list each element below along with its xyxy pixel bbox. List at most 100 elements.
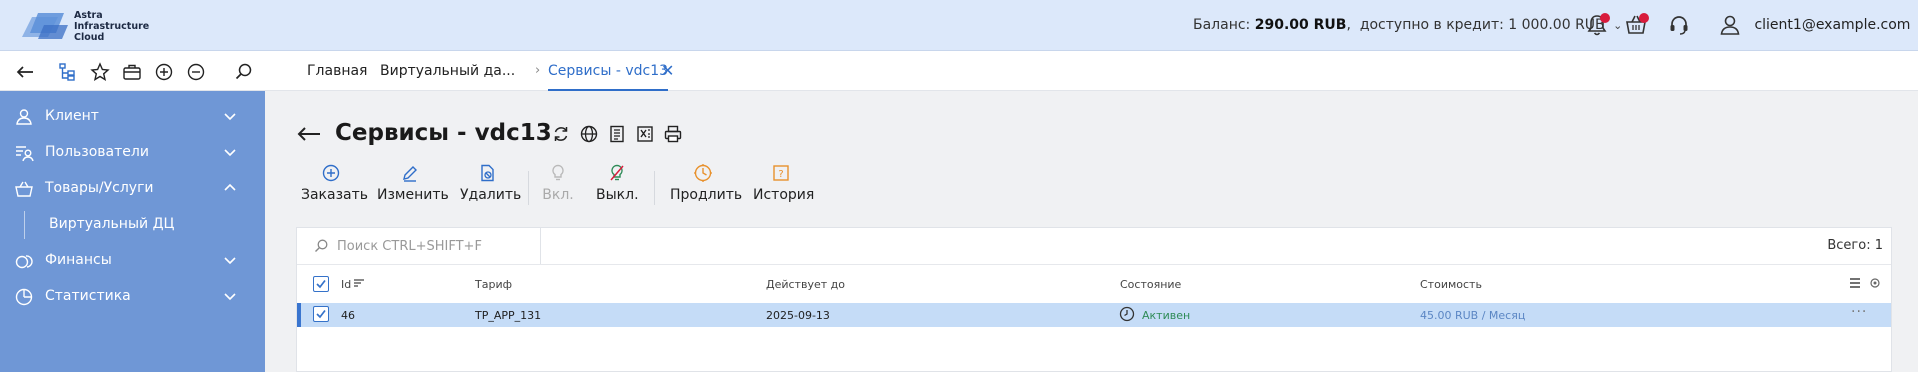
column-header-valid-until[interactable]: Действует до: [766, 278, 845, 291]
cell-status: Активен: [1142, 309, 1191, 322]
sidebar-subitem-label: Виртуальный ДЦ: [49, 216, 175, 232]
sidebar-item-goods-services[interactable]: Товары/Услуги: [0, 171, 265, 207]
chevron-right-icon: ›: [535, 63, 541, 78]
user-icon: [14, 107, 34, 127]
sidebar-item-label: Пользователи: [45, 144, 149, 160]
cell-id: 46: [341, 309, 355, 322]
table-search: [297, 228, 541, 264]
support-headset-icon[interactable]: [1665, 11, 1693, 39]
balance-label: Баланс:: [1193, 17, 1251, 33]
refresh-icon[interactable]: [551, 124, 571, 144]
cart-badge: [1639, 13, 1649, 23]
history-button-label: История: [753, 187, 815, 203]
sidebar-item-label: Клиент: [45, 108, 99, 124]
table-row[interactable]: 46 TP_APP_131 2025-09-13 Активен 45.00 R…: [297, 303, 1891, 327]
briefcase-icon[interactable]: [121, 61, 143, 83]
disable-button[interactable]: Выкл.: [596, 163, 639, 213]
sidebar-item-label: Финансы: [45, 252, 112, 268]
checkmark-icon: [316, 279, 326, 289]
user-menu[interactable]: client1@example.com ⌄: [1718, 13, 1918, 37]
balance-value: 290.00 RUB: [1254, 17, 1347, 33]
column-header-id[interactable]: Id: [341, 278, 365, 291]
columns-menu-icon[interactable]: [1849, 277, 1861, 289]
cell-cost: 45.00 RUB / Месяц: [1420, 309, 1526, 322]
top-header: Astra Infrastructure Cloud Баланс: 290.0…: [0, 0, 1918, 51]
sidebar-item-users[interactable]: Пользователи: [0, 135, 265, 171]
order-button-label: Заказать: [301, 187, 369, 203]
order-button[interactable]: Заказать: [301, 163, 369, 213]
coins-icon: [14, 251, 34, 271]
chevron-down-icon: ⌄: [1613, 19, 1623, 32]
row-more-options-icon[interactable]: ···: [1851, 304, 1867, 320]
sort-icon: [354, 279, 365, 287]
notifications-bell-icon[interactable]: [1583, 11, 1611, 39]
remove-circle-icon[interactable]: [185, 61, 207, 83]
chevron-down-icon: [222, 288, 238, 304]
star-icon[interactable]: [89, 61, 111, 83]
column-header-cost[interactable]: Стоимость: [1420, 278, 1482, 291]
globe-icon[interactable]: [579, 124, 599, 144]
excel-export-icon[interactable]: [635, 124, 655, 144]
enable-button-label: Вкл.: [542, 187, 574, 203]
checkmark-icon: [316, 309, 326, 319]
chevron-down-icon: [222, 108, 238, 124]
sidebar-item-label: Товары/Услуги: [45, 180, 154, 196]
renew-button[interactable]: Продлить: [670, 163, 743, 213]
history-icon: ?: [771, 163, 791, 183]
sidebar-item-finance[interactable]: Финансы: [0, 243, 265, 279]
edit-button-label: Изменить: [377, 187, 449, 203]
user-avatar-icon: [1720, 15, 1740, 35]
total-count: Всего: 1: [1827, 238, 1883, 253]
search-input[interactable]: [337, 236, 532, 256]
row-checkbox[interactable]: [313, 306, 329, 322]
credit-label: доступно в кредит:: [1359, 17, 1504, 33]
column-header-tariff[interactable]: Тариф: [475, 278, 512, 291]
tab-virtual-dc[interactable]: Виртуальный да...: [380, 51, 515, 91]
sidebar-item-client[interactable]: Клиент: [0, 99, 265, 135]
settings-gear-icon[interactable]: [1869, 277, 1881, 289]
cart-basket-icon[interactable]: [1622, 11, 1650, 39]
logo-line-3: Cloud: [74, 32, 105, 43]
edit-button[interactable]: Изменить: [377, 163, 449, 213]
renew-button-label: Продлить: [670, 187, 743, 203]
pie-chart-icon: [14, 287, 34, 307]
sidebar-subitem-virtual-dc[interactable]: Виртуальный ДЦ: [0, 207, 265, 243]
close-tab-icon[interactable]: ✕: [661, 51, 674, 91]
add-circle-icon[interactable]: [153, 61, 175, 83]
chevron-down-icon: [222, 252, 238, 268]
search-icon[interactable]: [233, 61, 255, 83]
logo-line-1: Astra: [74, 10, 103, 21]
balance-dropdown[interactable]: Баланс: 290.00 RUB, доступно в кредит: 1…: [1193, 17, 1622, 33]
tab-services-vdc13[interactable]: Сервисы - vdc13: [548, 51, 669, 91]
nav-toolbar: Главная Виртуальный да... › Сервисы - vd…: [0, 51, 1918, 91]
cell-tariff: TP_APP_131: [475, 309, 542, 322]
column-header-label: Id: [341, 278, 352, 291]
subitem-indent-line: [24, 211, 25, 239]
select-all-checkbox[interactable]: [313, 276, 329, 292]
delete-icon: [477, 163, 497, 183]
add-circle-icon: [321, 163, 341, 183]
logo-text: Astra Infrastructure Cloud: [74, 10, 164, 43]
page-title: Сервисы - vdc13: [335, 120, 552, 146]
search-icon: [315, 239, 328, 252]
sidebar-item-label: Статистика: [45, 288, 131, 304]
tab-home[interactable]: Главная: [307, 51, 367, 91]
back-arrow-icon[interactable]: [295, 120, 323, 148]
clock-icon: [1119, 306, 1135, 322]
chevron-up-icon: [222, 180, 238, 196]
print-icon[interactable]: [663, 124, 683, 144]
history-button[interactable]: ? История: [753, 163, 815, 213]
enable-button[interactable]: Вкл.: [540, 163, 576, 213]
logo[interactable]: Astra Infrastructure Cloud: [18, 9, 149, 43]
sidebar-item-statistics[interactable]: Статистика: [0, 279, 265, 315]
tree-icon[interactable]: [57, 61, 79, 83]
sidebar: Клиент Пользователи Товары/Услуги Виртуа…: [0, 91, 265, 372]
renew-icon: [693, 163, 713, 183]
back-arrow-icon[interactable]: [14, 61, 36, 83]
document-icon[interactable]: [607, 124, 627, 144]
users-icon: [14, 143, 34, 163]
basket-icon: [14, 179, 34, 199]
column-header-status[interactable]: Состояние: [1120, 278, 1181, 291]
delete-button[interactable]: Удалить: [460, 163, 521, 213]
table-header: Id Тариф Действует до Состояние Стоимост…: [297, 265, 1891, 303]
